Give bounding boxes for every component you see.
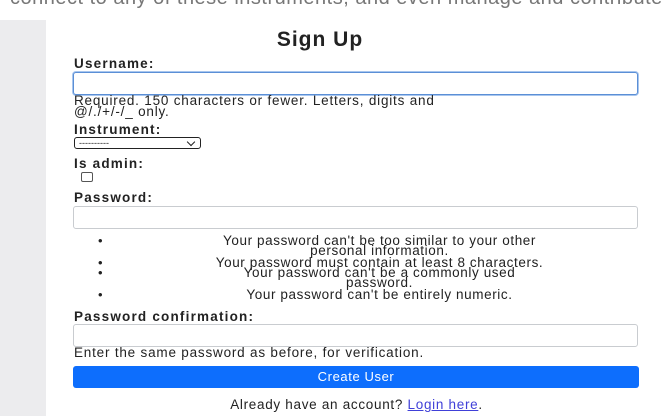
username-help-line2: @/./+/-/_ only.: [74, 104, 170, 119]
password-label: Password:: [74, 190, 154, 205]
login-prompt: Already have an account? Login here.: [74, 397, 639, 412]
instrument-selected-value: ----------: [79, 138, 109, 148]
page-title: Sign Up: [276, 28, 364, 51]
bullet-icon: •: [98, 265, 104, 280]
login-link[interactable]: Login here: [408, 397, 479, 412]
password-rule-1: • Your password can't be too similar to …: [98, 233, 537, 258]
password-rule-4: • Your password can't be entirely numeri…: [98, 287, 513, 302]
is-admin-checkbox[interactable]: [81, 172, 93, 182]
create-user-button[interactable]: Create User: [73, 366, 639, 388]
login-prompt-text: Already have an account?: [230, 397, 408, 412]
bullet-icon: •: [98, 287, 104, 302]
password-confirmation-help: Enter the same password as before, for v…: [74, 345, 424, 360]
top-cropped-content: connect to any of these instruments, and…: [0, 0, 664, 20]
password-confirmation-input[interactable]: [73, 324, 638, 347]
top-partial-text: connect to any of these instruments, and…: [10, 0, 664, 10]
is-admin-label: Is admin:: [74, 156, 145, 171]
password-confirmation-label: Password confirmation:: [74, 309, 255, 324]
instrument-select[interactable]: ----------: [74, 137, 201, 149]
bullet-icon: •: [98, 233, 104, 248]
chevron-down-icon: [186, 137, 196, 147]
password-rule-3: • Your password can't be a commonly used…: [98, 265, 516, 290]
instrument-label: Instrument:: [74, 122, 162, 137]
login-prompt-end: .: [478, 397, 483, 412]
password-input[interactable]: [73, 206, 638, 229]
username-input[interactable]: [73, 72, 638, 95]
left-gutter: [0, 20, 46, 416]
username-label: Username:: [74, 56, 155, 71]
